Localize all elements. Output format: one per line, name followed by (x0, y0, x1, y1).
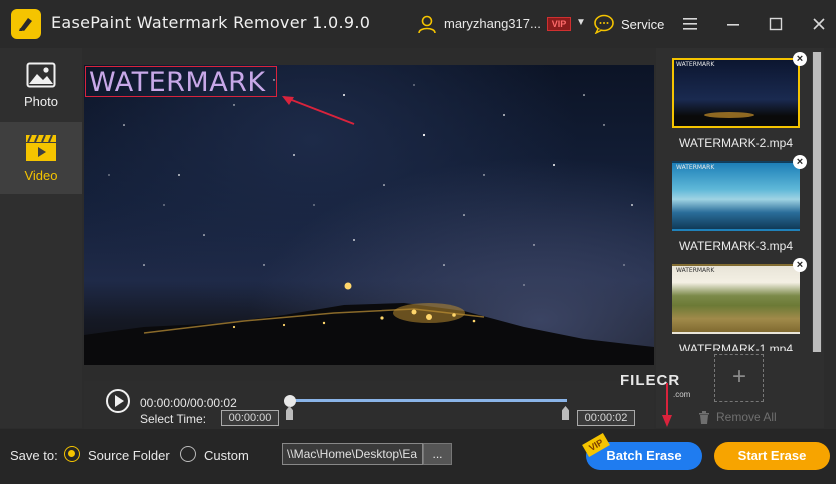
trash-icon (699, 410, 709, 424)
app-title: EasePaint Watermark Remover 1.0.9.0 (51, 13, 371, 32)
source-folder-label[interactable]: Source Folder (88, 448, 170, 463)
output-path-field[interactable]: \\Mac\Home\Desktop\Ea (282, 443, 423, 465)
vip-badge: VIP (547, 17, 571, 31)
sidebar: Photo Video (0, 48, 82, 428)
timeline-track[interactable] (289, 399, 567, 402)
watermark-text: WATERMARK (89, 67, 266, 98)
end-time-field[interactable]: 00:00:02 (577, 410, 635, 426)
playback-controls: 00:00:00/00:00:02 Select Time: 00:00:00 … (84, 381, 654, 429)
chevron-down-icon[interactable]: ▼ (576, 17, 586, 28)
site-watermark: FILECR (620, 372, 681, 389)
night-sky-scene (84, 79, 654, 365)
minimize-icon[interactable] (722, 13, 744, 35)
sidebar-item-label: Photo (24, 94, 58, 109)
menu-icon[interactable] (679, 13, 701, 35)
video-thumbnail[interactable]: WATERMARK (672, 58, 800, 128)
list-item[interactable]: WATERMARK WATERMARK-2.mp4 × (672, 52, 807, 150)
start-erase-button[interactable]: Start Erase (714, 442, 830, 470)
scrollbar-thumb[interactable] (813, 52, 821, 352)
list-item[interactable]: WATERMARK WATERMARK-3.mp4 × (672, 155, 807, 253)
sidebar-item-photo[interactable]: Photo (0, 50, 82, 122)
user-name[interactable]: maryzhang317... (444, 16, 541, 31)
close-icon[interactable] (808, 13, 830, 35)
playhead-knob[interactable] (284, 395, 296, 407)
range-end-handle[interactable] (562, 406, 569, 420)
file-list-panel: WATERMARK WATERMARK-2.mp4 × WATERMARK WA… (656, 48, 824, 428)
select-time-label: Select Time: (140, 412, 207, 426)
remove-file-icon[interactable]: × (793, 155, 807, 169)
remove-all-button[interactable]: Remove All (698, 410, 777, 424)
custom-label[interactable]: Custom (204, 448, 249, 463)
site-watermark-domain: .com (673, 390, 691, 399)
custom-radio[interactable] (180, 446, 196, 462)
chat-bubble-icon[interactable] (593, 14, 615, 34)
app-logo-icon (11, 9, 41, 39)
thumbnail-watermark-text: WATERMARK (676, 164, 715, 171)
add-file-button[interactable]: + (714, 354, 764, 402)
sidebar-item-label: Video (24, 168, 58, 183)
service-link[interactable]: Service (621, 17, 664, 32)
file-list: WATERMARK WATERMARK-2.mp4 × WATERMARK WA… (656, 48, 812, 351)
sidebar-item-video[interactable]: Video (0, 122, 82, 194)
video-thumbnail[interactable]: WATERMARK (672, 161, 800, 231)
remove-all-label: Remove All (716, 410, 777, 424)
title-bar: EasePaint Watermark Remover 1.0.9.0 mary… (0, 0, 836, 48)
time-display: 00:00:00/00:00:02 (140, 396, 237, 410)
video-thumbnail[interactable]: WATERMARK (672, 264, 800, 334)
remove-file-icon[interactable]: × (793, 52, 807, 66)
user-icon[interactable] (417, 14, 437, 34)
remove-file-icon[interactable]: × (793, 258, 807, 272)
watermark-selection-box[interactable]: WATERMARK (85, 66, 277, 98)
start-time-field[interactable]: 00:00:00 (221, 410, 279, 426)
list-item[interactable]: WATERMARK WATERMARK-1.mp4 × (672, 258, 807, 351)
source-folder-radio[interactable] (64, 446, 80, 462)
play-icon[interactable] (106, 389, 130, 413)
range-start-handle[interactable] (286, 406, 293, 420)
file-list-scrollbar[interactable] (812, 52, 822, 352)
file-name: WATERMARK-3.mp4 (678, 239, 793, 253)
image-icon (26, 62, 56, 88)
app-window: EasePaint Watermark Remover 1.0.9.0 mary… (0, 0, 836, 484)
maximize-icon[interactable] (765, 13, 787, 35)
file-name: WATERMARK-1.mp4 (678, 342, 793, 351)
save-to-label: Save to: (10, 448, 58, 463)
video-preview[interactable]: WATERMARK (84, 65, 654, 365)
bottom-bar: Save to: Source Folder Custom \\Mac\Home… (0, 429, 836, 484)
video-icon (26, 134, 56, 161)
browse-button[interactable]: ... (423, 443, 452, 465)
thumbnail-watermark-text: WATERMARK (676, 267, 715, 274)
file-name: WATERMARK-2.mp4 (678, 136, 793, 150)
thumbnail-watermark-text: WATERMARK (676, 61, 715, 68)
